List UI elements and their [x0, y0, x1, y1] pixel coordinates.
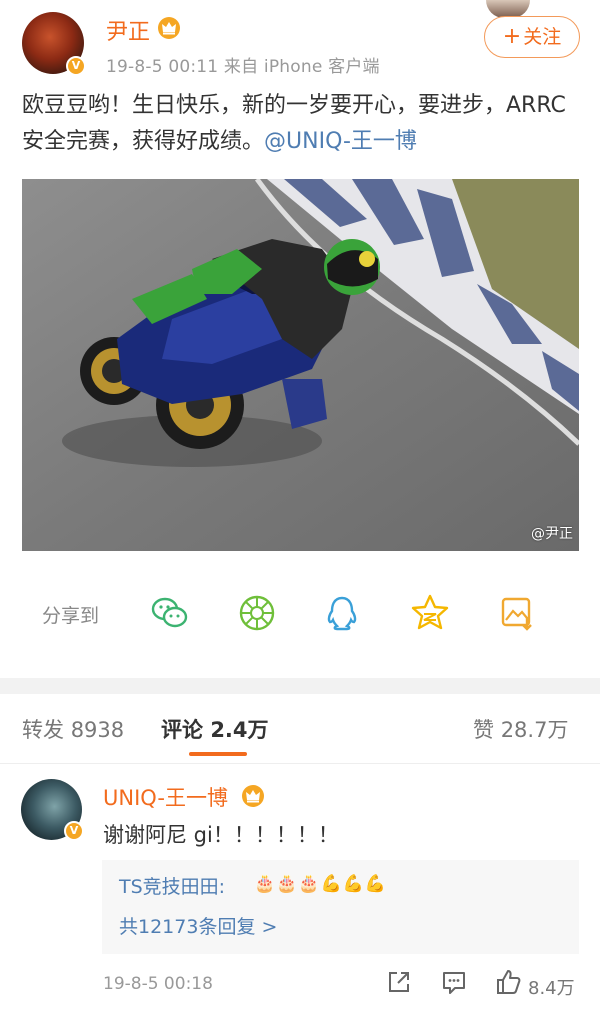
comment-time: 19-8-5 00:18 [103, 974, 213, 994]
verified-badge-icon: V [64, 821, 84, 841]
tab-reposts[interactable]: 转发 8938 [22, 714, 124, 744]
comment-icon[interactable] [440, 968, 468, 996]
comment-text: 谢谢阿尼 gi！！！！！！ [103, 823, 339, 847]
reply-preview[interactable]: TS竞技田田: 🎂🎂🎂💪💪💪 共12173条回复 > [102, 860, 579, 954]
share-row: 分享到 [0, 585, 600, 645]
comment-item: V UNIQ-王一博 谢谢阿尼 gi！！！！！！ TS竞技田田: 🎂🎂🎂💪💪💪 … [0, 770, 600, 1016]
qq-icon[interactable] [322, 593, 362, 633]
share-label: 分享到 [42, 605, 100, 627]
tab-comments[interactable]: 评论 2.4万 [161, 714, 269, 744]
reply-author[interactable]: TS竞技田田: [119, 872, 225, 899]
crown-icon [242, 785, 264, 807]
tab-likes-label: 赞 [473, 718, 494, 742]
active-tab-indicator [189, 752, 247, 756]
moments-icon[interactable] [237, 593, 277, 633]
verified-badge-icon: V [66, 56, 86, 76]
tab-comments-label: 评论 [161, 718, 203, 742]
follow-button[interactable]: + 关注 [484, 16, 580, 58]
save-image-icon[interactable] [497, 593, 537, 633]
author-name[interactable]: 尹正 [106, 14, 150, 46]
section-divider [0, 678, 600, 694]
tab-likes[interactable]: 赞 28.7万 [473, 714, 568, 744]
like-count: 8.4万 [528, 978, 575, 999]
tab-reposts-label: 转发 [22, 718, 64, 742]
tab-comments-count: 2.4万 [210, 718, 269, 742]
crown-icon [158, 17, 180, 39]
forward-icon[interactable] [385, 968, 413, 996]
motorcycle-photo-image [22, 179, 579, 551]
plus-icon: + [502, 24, 522, 49]
reply-emoji-text: 🎂🎂🎂💪💪💪 [254, 874, 388, 894]
post-photo[interactable]: @尹正 [22, 179, 579, 551]
tab-reposts-count: 8938 [70, 718, 125, 742]
view-replies-link[interactable]: 共12173条回复 > [119, 912, 277, 939]
like-icon[interactable] [494, 968, 522, 996]
commenter-name[interactable]: UNIQ-王一博 [103, 782, 228, 812]
tab-likes-count: 28.7万 [500, 718, 569, 742]
post-meta: 19-8-5 00:11 来自 iPhone 客户端 [106, 57, 380, 77]
photo-watermark: @尹正 [531, 526, 573, 542]
wechat-icon[interactable] [150, 593, 190, 633]
post-header: V 尹正 19-8-5 00:11 来自 iPhone 客户端 + 关注 [0, 0, 600, 90]
follow-label: 关注 [523, 26, 562, 48]
post-text: 欧豆豆哟！生日快乐，新的一岁要开心，要进步，ARRC 安全完赛，获得好成绩。@U… [22, 88, 582, 160]
mention-link[interactable]: @UNIQ-王一博 [264, 129, 417, 154]
qzone-icon[interactable] [410, 593, 450, 633]
tabs-bar: 转发 8938 评论 2.4万 赞 28.7万 [0, 694, 600, 764]
